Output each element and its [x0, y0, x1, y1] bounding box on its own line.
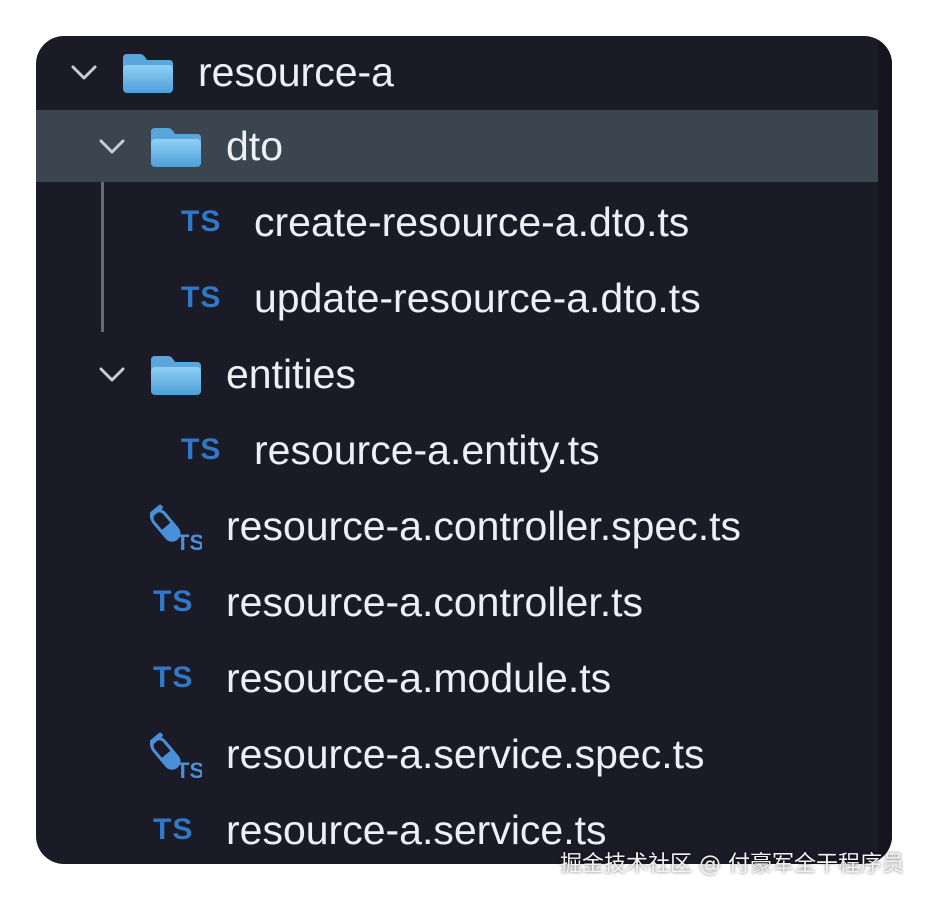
- test-tube-icon: [150, 500, 202, 554]
- file-label: create-resource-a.dto.ts: [254, 199, 690, 245]
- typescript-icon: TS: [181, 433, 222, 466]
- tree-file-update-dto[interactable]: TS update-resource-a.dto.ts: [36, 262, 878, 334]
- tree-folder-resource-a[interactable]: resource-a: [36, 36, 878, 108]
- typescript-icon: TS: [181, 281, 222, 314]
- chevron-down-icon[interactable]: [98, 360, 126, 388]
- file-label: resource-a.controller.ts: [226, 579, 644, 625]
- typescript-icon: TS: [153, 585, 194, 618]
- watermark: 掘金技术社区 @ 付豪军全干程序员: [560, 852, 904, 877]
- tree-file-entity[interactable]: TS resource-a.entity.ts: [36, 414, 878, 486]
- typescript-icon: TS: [181, 205, 222, 238]
- scrollbar[interactable]: [878, 36, 892, 864]
- tree-file-service-spec[interactable]: resource-a.service.spec.ts: [36, 718, 878, 790]
- tree-file-controller-spec[interactable]: resource-a.controller.spec.ts: [36, 490, 878, 562]
- folder-icon: [120, 50, 176, 96]
- typescript-icon: TS: [153, 813, 194, 846]
- folder-icon: [148, 124, 204, 170]
- folder-icon: [148, 352, 204, 398]
- file-label: resource-a.module.ts: [226, 655, 612, 701]
- test-tube-icon: [150, 728, 202, 782]
- file-label: resource-a.controller.spec.ts: [226, 503, 742, 549]
- folder-label: entities: [226, 351, 356, 397]
- tree-folder-dto[interactable]: dto: [36, 110, 878, 182]
- chevron-down-icon[interactable]: [70, 58, 98, 86]
- tree-file-module[interactable]: TS resource-a.module.ts: [36, 642, 878, 714]
- file-label: update-resource-a.dto.ts: [254, 275, 701, 321]
- file-label: resource-a.entity.ts: [254, 427, 600, 473]
- chevron-down-icon[interactable]: [98, 132, 126, 160]
- tree-file-controller[interactable]: TS resource-a.controller.ts: [36, 566, 878, 638]
- folder-label: resource-a: [198, 49, 394, 95]
- tree-file-create-dto[interactable]: TS create-resource-a.dto.ts: [36, 186, 878, 258]
- file-label: resource-a.service.ts: [226, 807, 607, 853]
- tree-folder-entities[interactable]: entities: [36, 338, 878, 410]
- typescript-icon: TS: [153, 661, 194, 694]
- file-label: resource-a.service.spec.ts: [226, 731, 705, 777]
- file-explorer-panel: resource-a dto TS create-resource-a.dto.…: [36, 36, 892, 864]
- folder-label: dto: [226, 123, 283, 169]
